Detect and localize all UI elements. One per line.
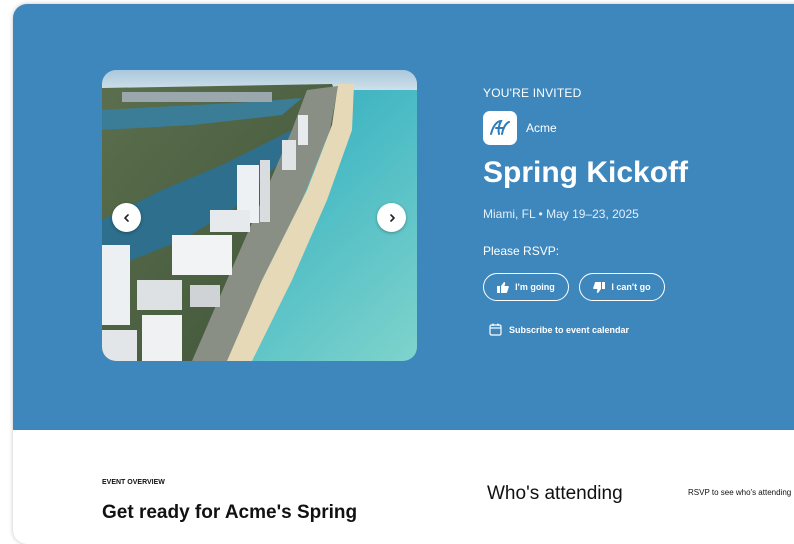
chevron-left-icon xyxy=(123,213,129,222)
carousel-prev-button[interactable] xyxy=(112,203,141,232)
acme-logo-icon xyxy=(483,111,517,145)
calendar-icon xyxy=(489,323,502,336)
hero-section: YOU'RE INVITED Acme Spring Kickoff Miami… xyxy=(13,4,794,430)
attending-title: Who's attending xyxy=(487,483,623,504)
brand-name: Acme xyxy=(526,121,557,135)
subscribe-calendar-link[interactable]: Subscribe to event calendar xyxy=(489,323,629,336)
chevron-right-icon xyxy=(389,213,395,222)
event-location-dates: Miami, FL • May 19–23, 2025 xyxy=(483,207,639,221)
overview-eyebrow: EVENT OVERVIEW xyxy=(102,479,165,486)
rsvp-cant-go-button[interactable]: I can't go xyxy=(579,273,665,301)
invite-eyebrow: YOU'RE INVITED xyxy=(483,86,582,100)
miami-aerial-image xyxy=(102,70,417,361)
overview-heading: Get ready for Acme's Spring xyxy=(102,502,358,523)
rsvp-label: Please RSVP: xyxy=(483,244,560,258)
event-photo xyxy=(102,70,417,361)
carousel-next-button[interactable] xyxy=(377,203,406,232)
thumbs-up-icon xyxy=(497,281,510,293)
event-title: Spring Kickoff xyxy=(483,156,689,189)
rsvp-cant-go-label: I can't go xyxy=(611,282,651,292)
brand: Acme xyxy=(483,111,557,145)
rsvp-going-label: I'm going xyxy=(515,282,555,292)
rsvp-going-button[interactable]: I'm going xyxy=(483,273,569,301)
attending-note: RSVP to see who's attending xyxy=(688,488,792,497)
thumbs-down-icon xyxy=(593,281,606,293)
event-page: YOU'RE INVITED Acme Spring Kickoff Miami… xyxy=(13,4,794,544)
subscribe-calendar-label: Subscribe to event calendar xyxy=(509,324,630,335)
